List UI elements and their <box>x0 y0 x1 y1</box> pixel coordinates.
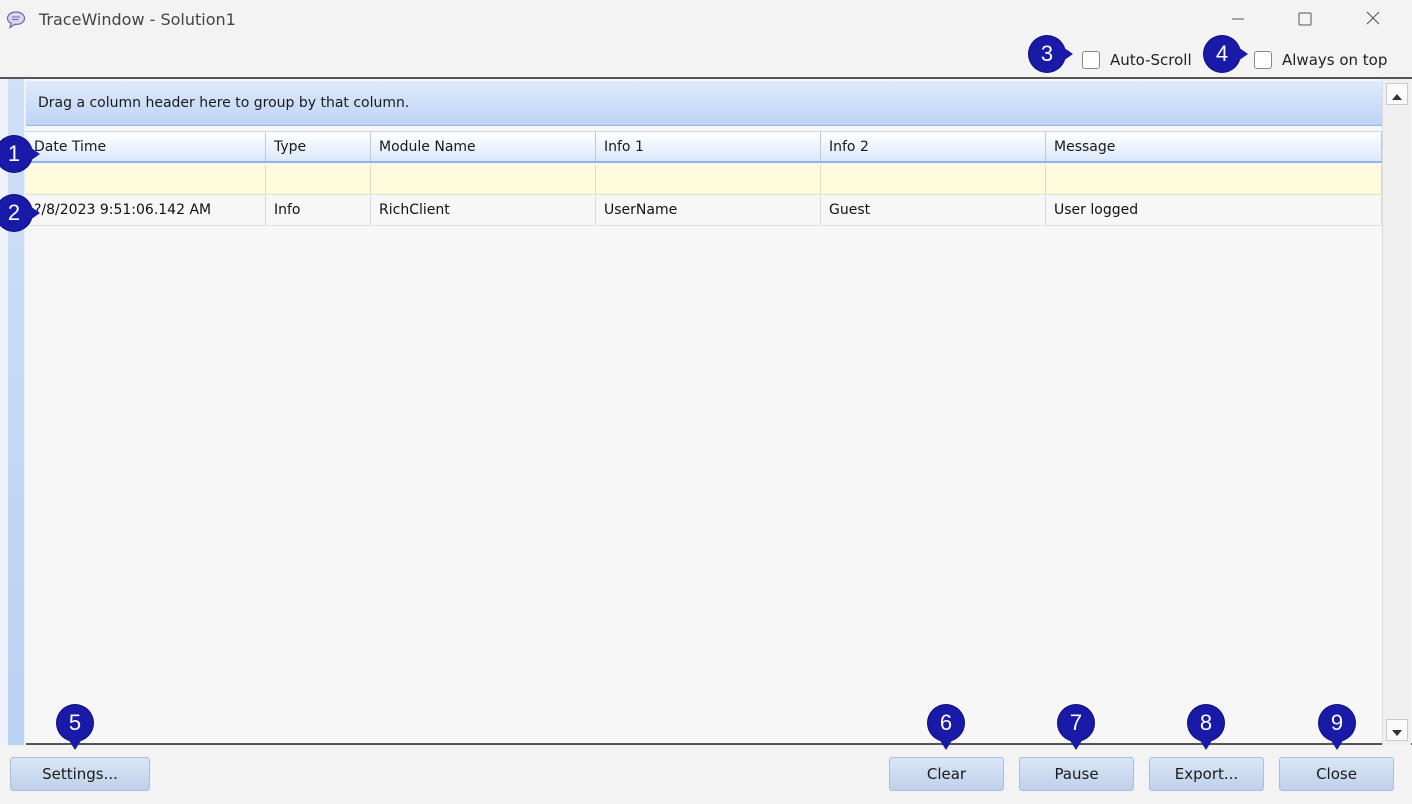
callout-marker-3: 3 <box>1029 36 1073 72</box>
column-header-message[interactable]: Message <box>1046 132 1382 161</box>
column-header-info-1[interactable]: Info 1 <box>596 132 821 161</box>
window-title: TraceWindow - Solution1 <box>39 10 236 29</box>
scroll-down-button[interactable] <box>1386 719 1408 741</box>
group-by-panel[interactable]: Drag a column header here to group by th… <box>26 81 1382 126</box>
always-on-top-option[interactable]: Always on top <box>1254 48 1387 72</box>
cell-module-name[interactable]: RichClient <box>371 196 596 225</box>
chat-bubble-icon <box>6 10 26 30</box>
callout-marker-8: 8 <box>1188 705 1224 750</box>
scroll-up-button[interactable] <box>1386 83 1408 105</box>
close-window-button[interactable] <box>1338 0 1408 40</box>
filter-cell-module-name[interactable] <box>371 165 596 194</box>
cell-date-time[interactable]: ?/8/2023 9:51:06.142 AM <box>26 196 266 225</box>
cell-info-1[interactable]: UserName <box>596 196 821 225</box>
vertical-scrollbar[interactable] <box>1382 79 1411 745</box>
column-header-date-time[interactable]: Date Time <box>26 132 266 161</box>
column-header-module-name[interactable]: Module Name <box>371 132 596 161</box>
trace-grid: Drag a column header here to group by th… <box>0 77 1412 745</box>
settings-button[interactable]: Settings... <box>10 757 150 791</box>
cell-type[interactable]: Info <box>266 196 371 225</box>
cell-message[interactable]: User logged <box>1046 196 1382 225</box>
column-header-type[interactable]: Type <box>266 132 371 161</box>
callout-marker-9: 9 <box>1319 705 1355 750</box>
arrow-up-icon <box>1392 85 1402 104</box>
close-icon <box>1365 10 1381 30</box>
always-on-top-checkbox[interactable] <box>1254 51 1272 69</box>
export-button[interactable]: Export... <box>1149 757 1264 791</box>
callout-marker-6: 6 <box>928 705 964 750</box>
clear-button[interactable]: Clear <box>889 757 1004 791</box>
column-header-info-2[interactable]: Info 2 <box>821 132 1046 161</box>
table-row[interactable]: ?/8/2023 9:51:06.142 AM Info RichClient … <box>26 196 1382 226</box>
cell-info-2[interactable]: Guest <box>821 196 1046 225</box>
maximize-button[interactable] <box>1270 0 1340 40</box>
arrow-down-icon <box>1392 721 1402 740</box>
minimize-button[interactable] <box>1203 0 1273 40</box>
minimize-icon <box>1231 11 1245 30</box>
maximize-icon <box>1298 11 1312 30</box>
filter-cell-info-2[interactable] <box>821 165 1046 194</box>
filter-cell-info-1[interactable] <box>596 165 821 194</box>
column-header-row: Date Time Type Module Name Info 1 Info 2… <box>26 131 1382 163</box>
filter-cell-message[interactable] <box>1046 165 1382 194</box>
auto-scroll-option[interactable]: Auto-Scroll <box>1082 48 1192 72</box>
callout-marker-7: 7 <box>1058 705 1094 750</box>
filter-cell-type[interactable] <box>266 165 371 194</box>
always-on-top-label: Always on top <box>1282 51 1388 69</box>
close-button[interactable]: Close <box>1279 757 1394 791</box>
title-bar: TraceWindow - Solution1 <box>0 0 1412 40</box>
filter-row <box>26 165 1382 195</box>
group-by-hint: Drag a column header here to group by th… <box>38 95 410 111</box>
filter-cell-date-time[interactable] <box>26 165 266 194</box>
callout-marker-5: 5 <box>57 705 93 750</box>
pause-button[interactable]: Pause <box>1019 757 1134 791</box>
auto-scroll-checkbox[interactable] <box>1082 51 1100 69</box>
row-indicator-column <box>0 79 26 745</box>
auto-scroll-label: Auto-Scroll <box>1110 51 1192 69</box>
callout-marker-4: 4 <box>1204 36 1248 72</box>
